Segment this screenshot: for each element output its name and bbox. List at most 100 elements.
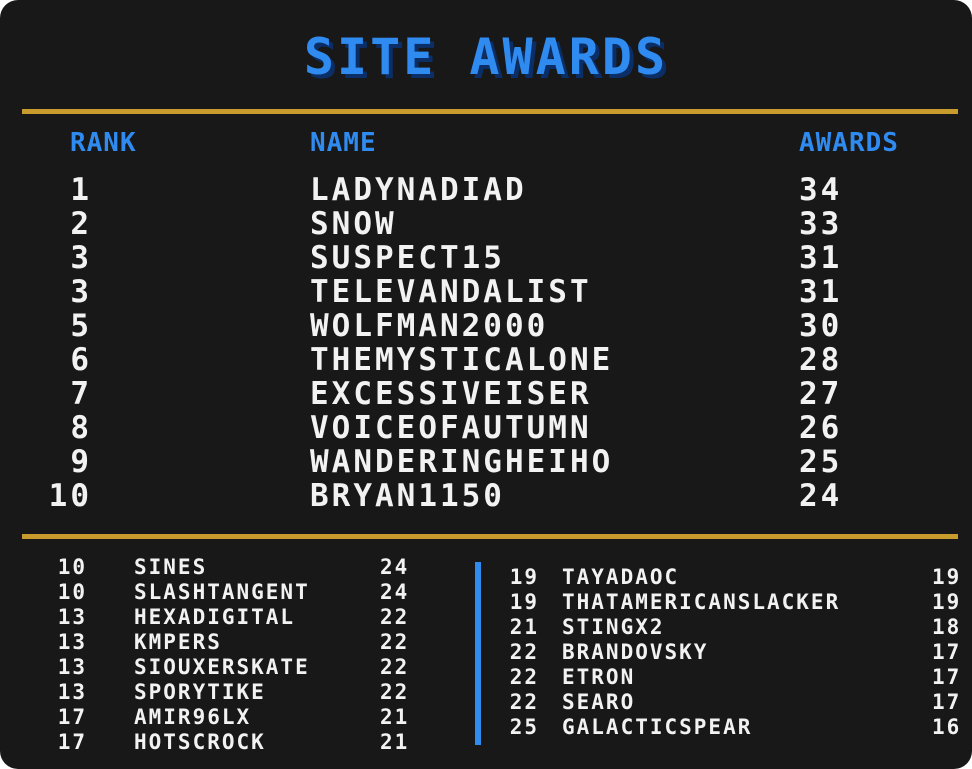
row-name: SINES (134, 555, 208, 579)
list-item: 19 THATAMERICANSLACKER 19 (490, 590, 972, 615)
row-name: TELEVANDALIST (310, 274, 592, 310)
list-item: 13 SPORYTIKE 22 (0, 680, 470, 705)
row-rank: 5 (70, 308, 92, 344)
row-name: SIOUXERSKATE (134, 655, 310, 679)
list-item: 19 TAYADAOC 19 (490, 565, 972, 590)
row-name: ETRON (562, 665, 636, 689)
row-rank: 13 (57, 680, 87, 704)
row-awards: 17 (932, 690, 962, 714)
leaderboard-row: 5 WOLFMAN2000 30 (0, 308, 972, 344)
row-awards: 24 (799, 478, 843, 514)
list-item: 10 SINES 24 (0, 555, 470, 580)
row-name: SLASHTANGENT (134, 580, 310, 604)
awards-panel: SITE AWARDS RANK NAME AWARDS 1 LADYNADIAD… (0, 0, 972, 769)
list-item: 22 ETRON 17 (490, 665, 972, 690)
list-item: 25 GALACTICSPEAR 16 (490, 715, 972, 740)
row-rank: 13 (57, 630, 87, 654)
right-rank-list: 19 TAYADAOC 19 19 THATAMERICANSLACKER 19 21 S… (490, 565, 972, 740)
row-rank: 13 (57, 605, 87, 629)
row-rank: 13 (57, 655, 87, 679)
row-awards: 17 (932, 665, 962, 689)
row-awards: 24 (380, 555, 410, 579)
list-item: 17 HOTSCROCK 21 (0, 730, 470, 755)
header-awards: AWARDS (799, 128, 899, 158)
row-name: EXCESSIVEISER (310, 376, 592, 412)
row-awards: 30 (799, 308, 843, 344)
row-name: BRYAN1150 (310, 478, 505, 514)
row-awards: 26 (799, 410, 843, 446)
row-awards: 21 (380, 705, 410, 729)
row-rank: 17 (57, 730, 87, 754)
row-rank: 25 (509, 715, 539, 739)
row-name: TAYADAOC (562, 565, 680, 589)
row-name: SUSPECT15 (310, 240, 505, 276)
header-name: NAME (310, 128, 377, 158)
row-rank: 1 (70, 172, 92, 208)
row-rank: 22 (509, 640, 539, 664)
list-item: 17 AMIR96LX 21 (0, 705, 470, 730)
list-item: 13 HEXADIGITAL 22 (0, 605, 470, 630)
row-name: GALACTICSPEAR (562, 715, 753, 739)
row-rank: 9 (70, 444, 92, 480)
row-awards: 22 (380, 655, 410, 679)
row-name: HEXADIGITAL (134, 605, 296, 629)
row-awards: 18 (932, 615, 962, 639)
row-awards: 31 (799, 240, 843, 276)
leaderboard-row: 6 THEMYSTICALONE 28 (0, 342, 972, 378)
row-rank: 22 (509, 690, 539, 714)
leaderboard-row: 3 TELEVANDALIST 31 (0, 274, 972, 310)
row-awards: 16 (932, 715, 962, 739)
left-rank-list: 10 SINES 24 10 SLASHTANGENT 24 13 HEXADIGITAL… (0, 555, 470, 755)
row-rank: 17 (57, 705, 87, 729)
bottom-divider (22, 534, 958, 539)
leaderboard-row: 10 BRYAN1150 24 (0, 478, 972, 514)
row-awards: 28 (799, 342, 843, 378)
row-name: BRANDOVSKY (562, 640, 709, 664)
row-awards: 25 (799, 444, 843, 480)
row-awards: 22 (380, 630, 410, 654)
row-awards: 34 (799, 172, 843, 208)
row-rank: 10 (57, 580, 87, 604)
row-name: SPORYTIKE (134, 680, 266, 704)
row-name: SEARO (562, 690, 636, 714)
leaderboard-row: 9 WANDERINGHEIHO 25 (0, 444, 972, 480)
row-awards: 33 (799, 206, 843, 242)
row-awards: 24 (380, 580, 410, 604)
list-item: 10 SLASHTANGENT 24 (0, 580, 470, 605)
row-name: THATAMERICANSLACKER (562, 590, 841, 614)
row-awards: 31 (799, 274, 843, 310)
row-awards: 22 (380, 605, 410, 629)
row-awards: 19 (932, 565, 962, 589)
row-rank: 8 (70, 410, 92, 446)
page-title: SITE AWARDS (303, 28, 669, 86)
row-rank: 19 (509, 565, 539, 589)
list-item: 13 KMPERS 22 (0, 630, 470, 655)
row-name: THEMYSTICALONE (310, 342, 614, 378)
row-name: KMPERS (134, 630, 222, 654)
row-name: WANDERINGHEIHO (310, 444, 614, 480)
row-name: SNOW (310, 206, 397, 242)
row-awards: 27 (799, 376, 843, 412)
row-rank: 7 (70, 376, 92, 412)
row-rank: 19 (509, 590, 539, 614)
leaderboard-row: 2 SNOW 33 (0, 206, 972, 242)
row-awards: 21 (380, 730, 410, 754)
leaderboard-row: 7 EXCESSIVEISER 27 (0, 376, 972, 412)
row-awards: 19 (932, 590, 962, 614)
row-awards: 17 (932, 640, 962, 664)
top-divider (22, 109, 958, 114)
top-ten-list: 1 LADYNADIAD 34 2 SNOW 33 3 SUSPECT15 31 3 TELE… (0, 172, 972, 514)
row-rank: 10 (57, 555, 87, 579)
list-item: 13 SIOUXERSKATE 22 (0, 655, 470, 680)
row-rank: 10 (48, 478, 92, 514)
row-awards: 22 (380, 680, 410, 704)
header-rank: RANK (70, 128, 137, 158)
list-item: 22 BRANDOVSKY 17 (490, 640, 972, 665)
row-rank: 3 (70, 240, 92, 276)
leaderboard-row: 1 LADYNADIAD 34 (0, 172, 972, 208)
row-name: HOTSCROCK (134, 730, 266, 754)
list-item: 21 STINGX2 18 (490, 615, 972, 640)
row-name: AMIR96LX (134, 705, 252, 729)
row-rank: 2 (70, 206, 92, 242)
row-rank: 21 (509, 615, 539, 639)
